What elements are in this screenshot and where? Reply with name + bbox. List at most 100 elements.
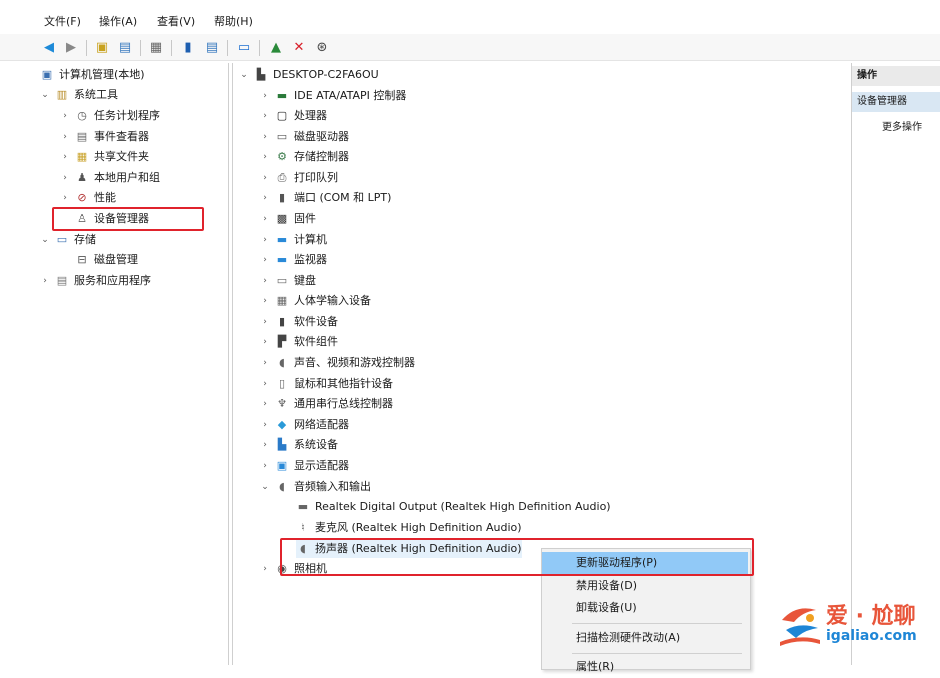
chevron-right-icon[interactable]: › bbox=[260, 457, 270, 475]
tree-item-task-scheduler[interactable]: › ◷ 任务计划程序 bbox=[60, 107, 160, 125]
back-icon[interactable]: ◀ bbox=[41, 39, 57, 55]
device-category[interactable]: › ⎙ 打印队列 bbox=[260, 169, 338, 187]
device-category[interactable]: › ▢ 处理器 bbox=[260, 107, 327, 125]
device-category[interactable]: › ▙ 系统设备 bbox=[260, 436, 338, 454]
chevron-right-icon[interactable]: › bbox=[260, 436, 270, 454]
device-category[interactable]: › ▩ 固件 bbox=[260, 210, 316, 228]
device-category[interactable]: › ◖ 声音、视频和游戏控制器 bbox=[260, 354, 415, 372]
chevron-right-icon[interactable]: › bbox=[260, 87, 270, 105]
event-viewer-icon: ▤ bbox=[76, 130, 88, 143]
device-tree-root[interactable]: ⌄ ▙ DESKTOP-C2FA6OU bbox=[239, 66, 379, 84]
tree-item-disk-management[interactable]: ⊟ 磁盘管理 bbox=[75, 251, 138, 269]
menu-action[interactable]: 操作(A) bbox=[99, 13, 137, 29]
device-category[interactable]: › ▣ 显示适配器 bbox=[260, 457, 349, 475]
chevron-right-icon[interactable]: › bbox=[60, 169, 70, 187]
properties-icon[interactable]: ▦ bbox=[148, 39, 164, 55]
firmware-icon: ▩ bbox=[276, 212, 288, 225]
tree-label: 打印队列 bbox=[294, 171, 338, 184]
digital-output-icon: ▬ bbox=[297, 500, 309, 513]
chevron-right-icon[interactable]: › bbox=[260, 231, 270, 249]
usb-icon: ♆ bbox=[277, 397, 287, 410]
chevron-right-icon[interactable]: › bbox=[260, 272, 270, 290]
chevron-right-icon[interactable]: › bbox=[60, 189, 70, 207]
device-category[interactable]: › ▦ 人体学输入设备 bbox=[260, 292, 371, 310]
help-icon[interactable]: ▮ bbox=[180, 39, 196, 55]
chevron-right-icon[interactable]: › bbox=[260, 210, 270, 228]
chevron-right-icon[interactable]: › bbox=[260, 148, 270, 166]
chevron-right-icon[interactable]: › bbox=[260, 333, 270, 351]
tree-label: 存储 bbox=[74, 233, 96, 246]
chevron-right-icon[interactable]: › bbox=[260, 251, 270, 269]
chevron-right-icon[interactable]: › bbox=[40, 272, 50, 290]
uninstall-icon[interactable]: ✕ bbox=[291, 39, 307, 55]
device-category[interactable]: › ▮ 软件设备 bbox=[260, 313, 338, 331]
device-category[interactable]: › ▯ 鼠标和其他指针设备 bbox=[260, 375, 393, 393]
chevron-right-icon[interactable]: › bbox=[260, 292, 270, 310]
chevron-right-icon[interactable]: › bbox=[60, 107, 70, 125]
chevron-right-icon[interactable]: › bbox=[260, 189, 270, 207]
more-actions-link[interactable]: 更多操作 bbox=[882, 118, 922, 133]
device-category[interactable]: › ▮ 端口 (COM 和 LPT) bbox=[260, 189, 391, 207]
tree-item-root[interactable]: ▣ 计算机管理(本地) bbox=[40, 66, 145, 84]
device-category[interactable]: › ⚙ 存储控制器 bbox=[260, 148, 349, 166]
chevron-down-icon[interactable]: ⌄ bbox=[40, 231, 50, 249]
context-properties[interactable]: 属性(R) bbox=[542, 656, 748, 678]
chevron-down-icon[interactable]: ⌄ bbox=[260, 478, 270, 496]
tree-label: 键盘 bbox=[294, 274, 316, 287]
chevron-down-icon[interactable]: ⌄ bbox=[40, 86, 50, 104]
device-category[interactable]: › ▬ IDE ATA/ATAPI 控制器 bbox=[260, 87, 406, 105]
keyboard-icon: ▭ bbox=[276, 274, 288, 287]
chevron-right-icon[interactable]: › bbox=[260, 107, 270, 125]
tree-item-shared-folders[interactable]: › ▦ 共享文件夹 bbox=[60, 148, 149, 166]
processor-icon: ▢ bbox=[276, 109, 288, 122]
tree-item-local-users[interactable]: › ♟ 本地用户和组 bbox=[60, 169, 160, 187]
menu-help[interactable]: 帮助(H) bbox=[214, 13, 253, 29]
menu-view[interactable]: 查看(V) bbox=[157, 13, 195, 29]
tree-item-system-tools[interactable]: ⌄ ▥ 系统工具 bbox=[40, 86, 118, 104]
update-driver-icon[interactable]: ▲ bbox=[268, 39, 284, 55]
toolbar-separator bbox=[86, 40, 87, 56]
tree-label: 服务和应用程序 bbox=[74, 274, 151, 287]
chevron-right-icon[interactable]: › bbox=[260, 169, 270, 187]
device-category[interactable]: › ▭ 磁盘驱动器 bbox=[260, 128, 349, 146]
monitor-icon[interactable]: ▭ bbox=[236, 39, 252, 55]
show-hide-tree-icon[interactable]: ▤ bbox=[117, 39, 133, 55]
audio-device-item[interactable]: ▬ Realtek Digital Output (Realtek High De… bbox=[296, 498, 611, 516]
tree-label: 系统工具 bbox=[74, 88, 118, 101]
chevron-right-icon[interactable]: › bbox=[260, 375, 270, 393]
chevron-right-icon[interactable]: › bbox=[260, 354, 270, 372]
device-category[interactable]: › ♆ 通用串行总线控制器 bbox=[260, 395, 393, 413]
device-category[interactable]: › ◆ 网络适配器 bbox=[260, 416, 349, 434]
chevron-right-icon[interactable]: › bbox=[260, 128, 270, 146]
chevron-right-icon[interactable]: › bbox=[60, 128, 70, 146]
device-category-audio-io[interactable]: ⌄ ◖ 音频输入和输出 bbox=[260, 478, 371, 496]
chevron-down-icon[interactable]: ⌄ bbox=[239, 66, 249, 84]
context-scan-hardware[interactable]: 扫描检测硬件改动(A) bbox=[542, 627, 748, 649]
forward-icon[interactable]: ▶ bbox=[63, 39, 79, 55]
tree-item-storage[interactable]: ⌄ ▭ 存储 bbox=[40, 231, 96, 249]
tree-item-services[interactable]: › ▤ 服务和应用程序 bbox=[40, 272, 151, 290]
device-category[interactable]: › ▛ 软件组件 bbox=[260, 333, 338, 351]
download-scan-icon[interactable]: ⊛ bbox=[314, 39, 330, 55]
highlight-box bbox=[280, 538, 754, 576]
menu-file[interactable]: 文件(F) bbox=[44, 13, 81, 29]
tree-label: 处理器 bbox=[294, 109, 327, 122]
context-disable-device[interactable]: 禁用设备(D) bbox=[542, 575, 748, 597]
tree-label: 计算机 bbox=[294, 233, 327, 246]
up-folder-icon[interactable]: ▣ bbox=[94, 39, 110, 55]
tree-label: 共享文件夹 bbox=[94, 150, 149, 163]
chevron-right-icon[interactable]: › bbox=[260, 395, 270, 413]
chevron-right-icon[interactable]: › bbox=[260, 560, 270, 578]
chevron-right-icon[interactable]: › bbox=[260, 416, 270, 434]
chevron-right-icon[interactable]: › bbox=[60, 148, 70, 166]
audio-device-item[interactable]: ♮ 麦克风 (Realtek High Definition Audio) bbox=[296, 519, 522, 537]
device-category[interactable]: › ▭ 键盘 bbox=[260, 272, 316, 290]
tree-item-event-viewer[interactable]: › ▤ 事件查看器 bbox=[60, 128, 149, 146]
tree-item-performance[interactable]: › ⊘ 性能 bbox=[60, 189, 116, 207]
chevron-right-icon[interactable]: › bbox=[260, 313, 270, 331]
actions-device-manager[interactable]: 设备管理器 bbox=[852, 92, 940, 112]
view-icon[interactable]: ▤ bbox=[204, 39, 220, 55]
device-category[interactable]: › ▬ 监视器 bbox=[260, 251, 327, 269]
context-uninstall-device[interactable]: 卸载设备(U) bbox=[542, 597, 748, 619]
device-category[interactable]: › ▬ 计算机 bbox=[260, 231, 327, 249]
